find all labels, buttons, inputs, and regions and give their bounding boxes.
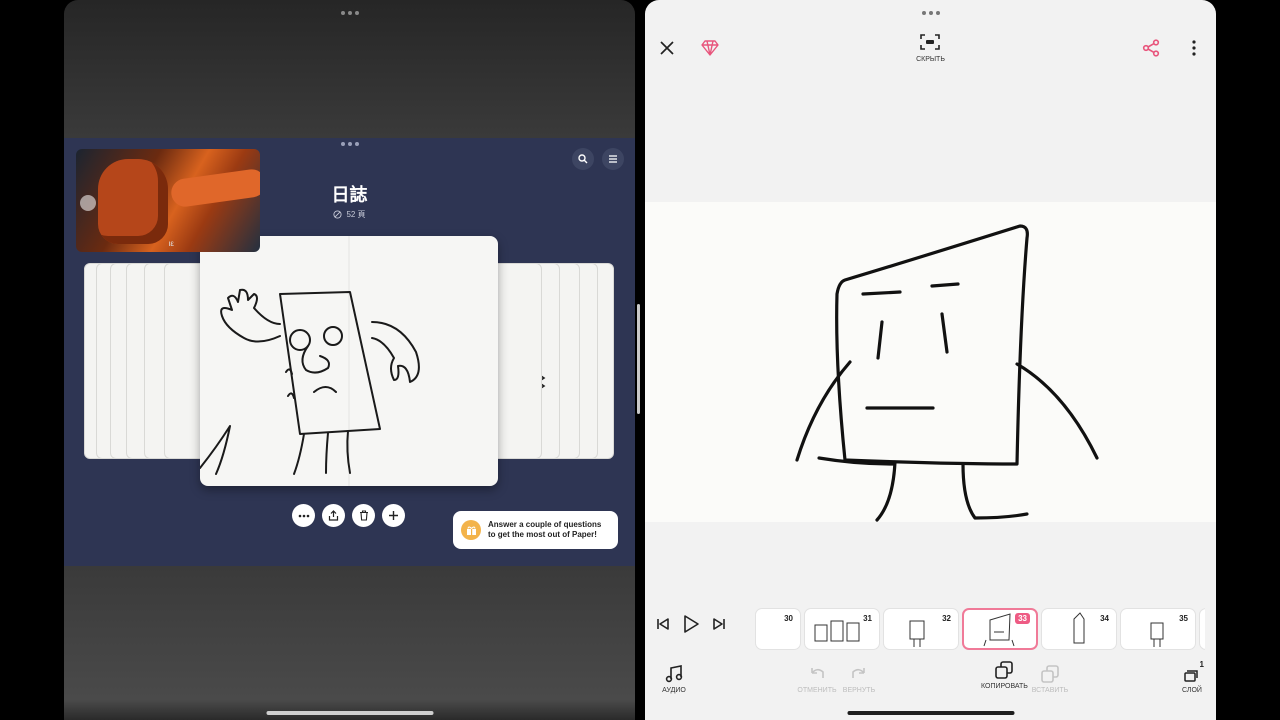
left-split-pane: ιε 日誌 52 頁 Answer a couple of questions … xyxy=(64,0,635,720)
copy-icon xyxy=(995,661,1013,679)
page-drawing xyxy=(200,236,420,486)
share-icon xyxy=(1142,39,1160,57)
hide-ui-button[interactable] xyxy=(919,32,941,52)
audio-label: АУДИО xyxy=(662,687,686,694)
current-frame-drawing xyxy=(795,224,1099,522)
frame-number: 32 xyxy=(942,614,951,623)
undo-label: ОТМЕНИТЬ xyxy=(797,687,837,694)
home-indicator[interactable] xyxy=(266,711,433,715)
frame-number: 30 xyxy=(784,614,793,623)
layer-label: СЛОЙ xyxy=(1182,687,1202,694)
toast-message: Answer a couple of questions to get the … xyxy=(488,520,601,540)
vertical-dots-icon xyxy=(1192,40,1196,56)
picture-in-picture-video[interactable]: ιε xyxy=(76,149,260,252)
frame-thumbnail[interactable]: 30 xyxy=(755,608,801,650)
close-button[interactable] xyxy=(657,38,677,58)
current-page[interactable] xyxy=(200,236,498,486)
paste-label: ВСТАВИТЬ xyxy=(1031,687,1069,694)
screen: ιε 日誌 52 頁 Answer a couple of questions … xyxy=(0,0,1280,720)
hamburger-icon xyxy=(609,155,617,163)
redo-icon xyxy=(852,668,865,678)
split-view-divider[interactable] xyxy=(637,304,640,414)
drawing-canvas[interactable] xyxy=(645,202,1216,522)
focus-frame-icon xyxy=(920,34,940,50)
editor-toolbar: СКРЫТЬ xyxy=(645,28,1216,68)
undo-icon xyxy=(811,668,824,678)
multitasking-handle[interactable] xyxy=(921,11,940,15)
first-frame-button[interactable] xyxy=(655,616,671,637)
frame-timeline: 30 31 32 33 34 35 xyxy=(645,604,1216,656)
upload-icon xyxy=(328,510,339,521)
gift-icon xyxy=(461,520,481,540)
paste-icon xyxy=(1041,665,1059,683)
layer-button[interactable]: 1 СЛОЙ xyxy=(1177,660,1207,695)
page-count-label: 52 頁 xyxy=(346,210,366,219)
playback-controls xyxy=(655,614,727,639)
more-dots-icon xyxy=(298,514,309,517)
music-note-icon xyxy=(665,665,683,683)
multitasking-handle[interactable] xyxy=(340,11,359,15)
play-button[interactable] xyxy=(681,614,701,639)
play-icon xyxy=(684,615,699,633)
redo-button[interactable]: ВЕРНУТЬ xyxy=(839,664,879,695)
frame-number: 34 xyxy=(1100,614,1109,623)
copy-label: КОПИРОВАТЬ xyxy=(981,683,1028,690)
frame-thumbnail[interactable]: 32 xyxy=(883,608,959,650)
right-split-pane: СКРЫТЬ 30 31 32 33 34 35 АУДИО ОТМЕНИТЬ … xyxy=(645,0,1216,720)
menu-button[interactable] xyxy=(602,148,624,170)
skip-forward-icon xyxy=(713,618,725,630)
more-options-button[interactable] xyxy=(1185,38,1203,58)
layer-count: 1 xyxy=(1199,660,1204,669)
copy-button[interactable]: КОПИРОВАТЬ xyxy=(981,660,1028,691)
frame-thumbnail[interactable]: 34 xyxy=(1041,608,1117,650)
premium-button[interactable] xyxy=(700,38,720,58)
page-actions xyxy=(292,504,405,527)
more-button[interactable] xyxy=(292,504,315,527)
toast-line-2: to get the most out of Paper! xyxy=(488,530,597,539)
last-frame-button[interactable] xyxy=(711,616,727,637)
home-indicator[interactable] xyxy=(847,711,1014,715)
pages-icon xyxy=(333,210,342,219)
bottom-toolbar: АУДИО ОТМЕНИТЬ ВЕРНУТЬ КОПИРОВАТЬ ВСТАВИ… xyxy=(645,660,1216,710)
audio-button[interactable]: АУДИО xyxy=(659,664,689,695)
hide-ui-label: СКРЫТЬ xyxy=(916,56,945,63)
toast-line-1: Answer a couple of questions xyxy=(488,520,602,529)
diamond-icon xyxy=(701,40,719,56)
undo-button[interactable]: ОТМЕНИТЬ xyxy=(795,664,839,695)
flipbook-pages[interactable] xyxy=(84,236,616,488)
frame-thumbnail[interactable]: 35 xyxy=(1120,608,1196,650)
window-handle[interactable] xyxy=(340,142,359,146)
share-button[interactable] xyxy=(322,504,345,527)
close-icon xyxy=(660,41,674,55)
frame-thumbnail[interactable]: 31 xyxy=(804,608,880,650)
search-icon xyxy=(578,154,588,164)
frame-thumbnail-selected[interactable]: 33 xyxy=(962,608,1038,650)
share-button[interactable] xyxy=(1141,38,1161,58)
trash-icon xyxy=(359,510,368,521)
delete-button[interactable] xyxy=(352,504,375,527)
add-page-button[interactable] xyxy=(382,504,405,527)
skip-back-icon xyxy=(657,618,669,630)
survey-toast[interactable]: Answer a couple of questions to get the … xyxy=(453,511,618,549)
search-button[interactable] xyxy=(572,148,594,170)
redo-label: ВЕРНУТЬ xyxy=(842,687,876,694)
plus-icon xyxy=(389,511,398,520)
frame-strip: 30 31 32 33 34 35 xyxy=(755,608,1205,654)
book-app-window: ιε 日誌 52 頁 Answer a couple of questions … xyxy=(64,138,635,566)
frame-number: 33 xyxy=(1015,613,1030,624)
frame-number: 31 xyxy=(863,614,872,623)
paste-button[interactable]: ВСТАВИТЬ xyxy=(1030,664,1070,695)
frame-thumbnail[interactable] xyxy=(1199,608,1205,650)
frame-number: 35 xyxy=(1179,614,1188,623)
pip-control-dot[interactable] xyxy=(80,195,96,211)
